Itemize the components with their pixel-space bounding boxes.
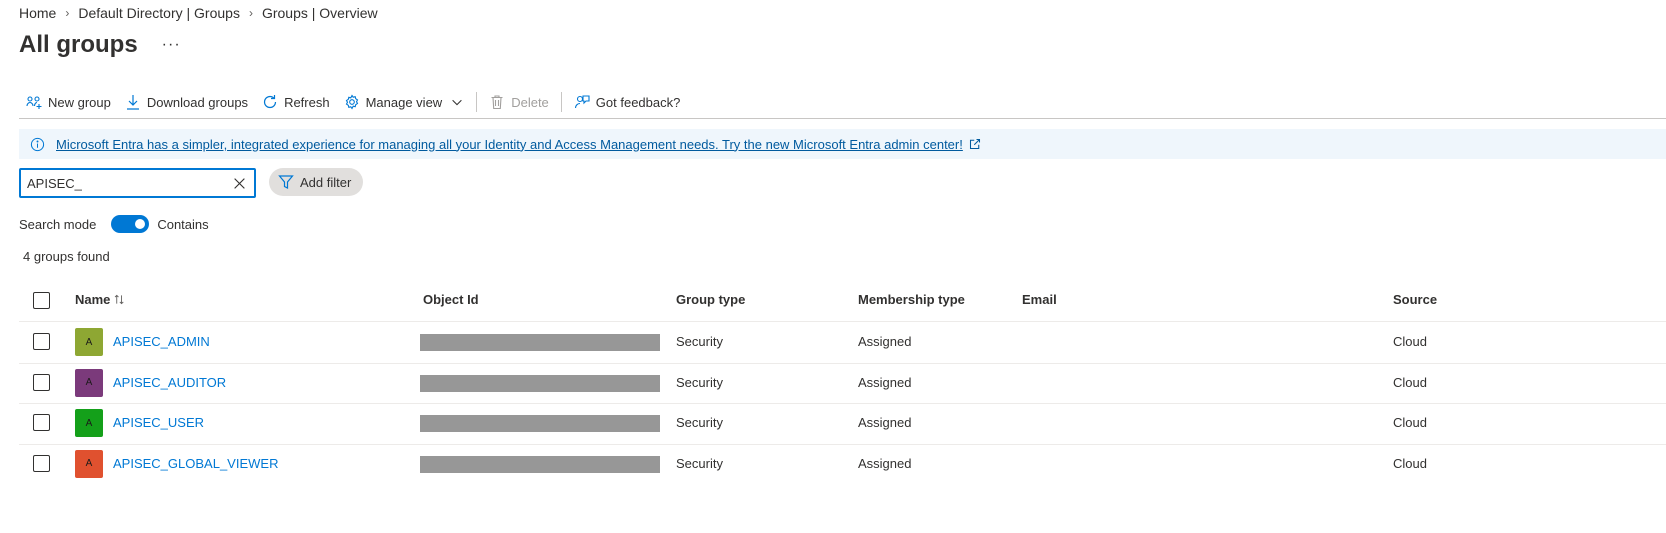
breadcrumb-home[interactable]: Home [19,5,56,21]
feedback-label: Got feedback? [595,94,681,110]
column-header-group-type[interactable]: Group type [676,292,745,307]
source-cell: Cloud [1393,334,1427,350]
toolbar-divider [560,92,562,112]
group-name-link[interactable]: APISEC_ADMIN [113,334,210,349]
breadcrumb-default-directory-groups[interactable]: Default Directory | Groups [78,5,240,21]
search-box [19,168,256,198]
delete-button[interactable]: Delete [482,88,556,116]
sort-icon [115,294,125,305]
page-title: All groups [19,31,138,58]
feedback-icon [574,95,590,109]
column-header-name[interactable]: Name [75,292,125,307]
row-divider [19,403,1666,404]
group-avatar: A [75,328,103,357]
column-name-label: Name [75,292,111,307]
refresh-icon [263,95,277,109]
column-header-membership-type[interactable]: Membership type [858,292,965,307]
manage-view-button[interactable]: Manage view [337,88,472,116]
membership-type-cell: Assigned [858,455,912,471]
source-cell: Cloud [1393,415,1427,431]
group-name-link[interactable]: APISEC_AUDITOR [113,375,226,390]
group-avatar: A [75,409,103,438]
membership-type-cell: Assigned [858,374,912,390]
download-groups-label: Download groups [146,94,249,110]
refresh-button[interactable]: Refresh [255,88,337,116]
row-checkbox[interactable] [33,373,50,391]
row-checkbox[interactable] [33,454,50,472]
search-mode-label: Search mode [19,216,97,232]
object-id-redacted [420,374,660,392]
external-link-icon[interactable] [969,138,981,150]
breadcrumb-groups-overview[interactable]: Groups | Overview [262,5,378,21]
row-checkbox[interactable] [33,333,50,351]
more-options-button[interactable]: ··· [162,36,181,54]
gear-icon [345,94,358,110]
toolbar-divider-line [19,118,1666,119]
row-checkbox[interactable] [33,414,50,432]
group-name-link[interactable]: APISEC_GLOBAL_VIEWER [113,456,278,471]
object-id-redacted [420,334,660,352]
search-mode-value: Contains [157,216,209,232]
download-groups-button[interactable]: Download groups [118,88,255,116]
chevron-down-icon [452,99,462,106]
source-cell: Cloud [1393,374,1427,390]
group-type-cell: Security [676,334,723,350]
toggle-knob [135,219,146,229]
filter-icon [278,175,294,189]
add-filter-label: Add filter [300,174,352,190]
trash-icon [491,95,503,110]
search-mode: Search mode Contains [19,215,209,233]
new-group-button[interactable]: New group [19,88,118,116]
feedback-button[interactable]: Got feedback? [567,88,688,116]
chevron-right-icon: › [65,6,70,20]
group-avatar: A [75,368,103,397]
row-divider [19,444,1666,445]
download-icon [126,95,139,110]
title-row: All groups ··· [19,31,181,59]
membership-type-cell: Assigned [858,334,912,350]
chevron-right-icon: › [248,6,253,20]
group-type-cell: Security [676,415,723,431]
command-bar: New group Download groups Refresh Manage… [19,88,687,116]
refresh-label: Refresh [284,94,330,110]
select-all-checkbox[interactable] [33,292,50,309]
people-add-icon [26,96,42,109]
delete-label: Delete [511,94,549,110]
add-filter-button[interactable]: Add filter [269,168,363,196]
group-name-link[interactable]: APISEC_USER [113,415,204,430]
manage-view-label: Manage view [365,94,443,110]
breadcrumb: Home › Default Directory | Groups › Grou… [19,5,378,21]
search-mode-toggle[interactable] [111,215,150,233]
group-type-cell: Security [676,455,723,471]
membership-type-cell: Assigned [858,415,912,431]
group-type-cell: Security [676,374,723,390]
source-cell: Cloud [1393,455,1427,471]
row-divider [19,363,1666,364]
header-divider [19,321,1666,322]
column-header-object-id[interactable]: Object Id [423,292,479,307]
info-banner: Microsoft Entra has a simpler, integrate… [19,129,1666,159]
column-header-source[interactable]: Source [1393,292,1437,307]
entra-admin-center-link[interactable]: Microsoft Entra has a simpler, integrate… [56,137,963,152]
object-id-redacted [420,415,660,433]
close-icon[interactable] [233,177,246,190]
info-icon [30,137,45,151]
group-avatar: A [75,449,103,478]
results-count: 4 groups found [23,249,110,264]
column-header-email[interactable]: Email [1022,292,1057,307]
toolbar-divider [476,92,478,112]
search-input[interactable] [27,175,217,191]
object-id-redacted [420,455,660,473]
new-group-label: New group [48,94,111,110]
